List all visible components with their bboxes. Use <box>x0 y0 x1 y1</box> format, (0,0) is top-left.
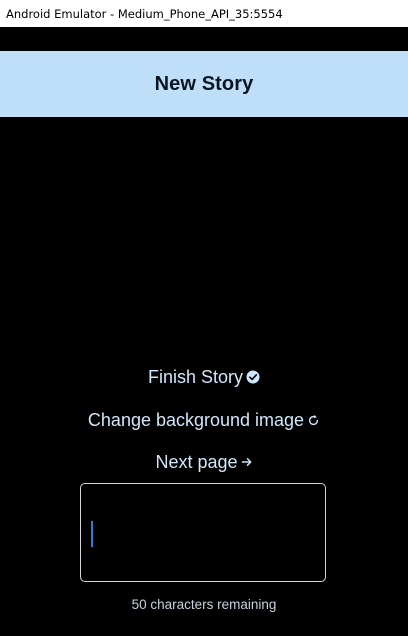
finish-story-label: Finish Story <box>147 366 244 387</box>
status-bar <box>0 27 408 51</box>
text-cursor <box>91 521 93 547</box>
check-circle-icon <box>246 370 260 384</box>
change-background-label: Change background image <box>87 409 305 430</box>
device-screen: New Story Finish Story Change background… <box>0 27 408 636</box>
characters-remaining-counter: 50 characters remaining <box>131 597 277 612</box>
change-background-button[interactable]: Change background image <box>0 408 408 432</box>
emulator-title-bar: Android Emulator - Medium_Phone_API_35:5… <box>0 0 408 27</box>
next-page-label: Next page <box>155 451 238 472</box>
arrow-right-icon <box>241 456 253 468</box>
story-text-field[interactable] <box>80 483 326 582</box>
refresh-icon <box>307 414 320 427</box>
emulator-window-title: Android Emulator - Medium_Phone_API_35:5… <box>6 6 283 21</box>
app-bar: New Story <box>0 51 408 117</box>
finish-story-button[interactable]: Finish Story <box>0 365 408 389</box>
page-title: New Story <box>154 72 254 95</box>
story-text-input[interactable] <box>89 490 321 580</box>
next-page-button[interactable]: Next page <box>0 450 408 474</box>
